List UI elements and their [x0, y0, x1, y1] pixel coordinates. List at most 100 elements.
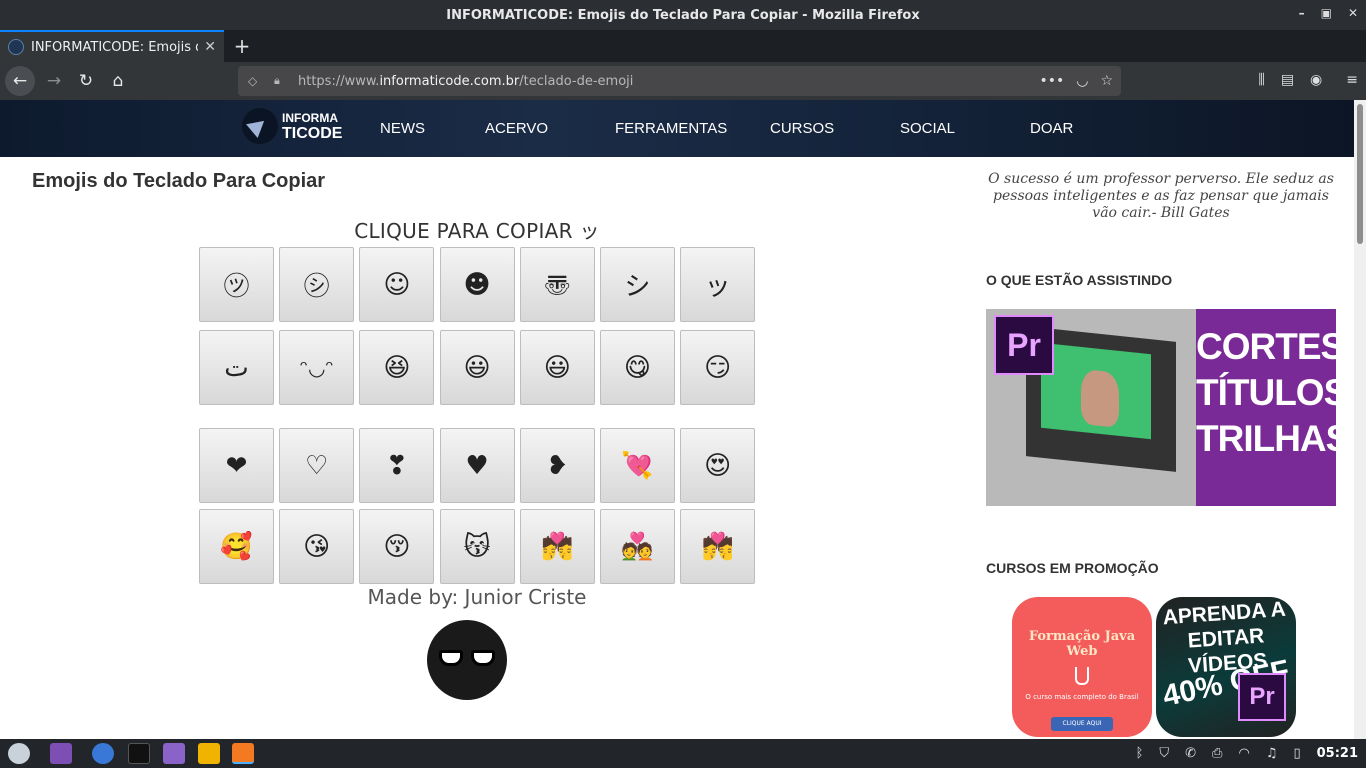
page-title: Emojis do Teclado Para Copiar	[32, 170, 326, 192]
site-header: INFORMA TICODE NEWS ACERVO FERRAMENTAS C…	[0, 100, 1354, 157]
emoji-button[interactable]: 💑	[599, 509, 675, 584]
java-course-card[interactable]: Formação Java Web O curso mais completo …	[1012, 597, 1152, 737]
emoji-button[interactable]: ッ	[680, 247, 756, 322]
file-manager-icon[interactable]	[163, 743, 185, 764]
emoji-button[interactable]: 😍	[680, 428, 756, 503]
battery-icon[interactable]: ▯	[1293, 746, 1300, 761]
system-tray: ᛒ ⛉ ✆ ⎙ ◠ ♫ ▯ 05:21	[1136, 739, 1366, 768]
emoji-button[interactable]: 😋	[599, 330, 675, 405]
logo-text-bottom: TICODE	[282, 125, 343, 142]
emoji-button[interactable]: ت	[199, 330, 274, 405]
window-title-bar: INFORMATICODE: Emojis do Teclado Para Co…	[0, 0, 1366, 30]
emoji-button[interactable]: 😆	[359, 330, 435, 405]
emoji-button[interactable]: ♡	[279, 428, 355, 503]
tracking-shield-icon[interactable]: ◇	[248, 74, 257, 88]
maximize-button[interactable]: ▣	[1321, 6, 1332, 20]
emoji-button[interactable]: ㋡	[199, 247, 274, 322]
emoji-button[interactable]: ㋛	[279, 247, 355, 322]
home-button[interactable]: ⌂	[104, 67, 132, 95]
url-bar-actions: ••• ◡ ☆	[1039, 73, 1113, 89]
terminal-icon[interactable]	[128, 743, 150, 764]
tab-title: INFORMATICODE: Emojis do Teclado Para Co…	[31, 39, 198, 55]
url-bar[interactable]: ◇ 🔒︎ https://www.informaticode.com.br/te…	[238, 66, 1121, 96]
emoji-button[interactable]: 〠	[519, 247, 595, 322]
printer-icon[interactable]: ⎙	[1212, 746, 1222, 761]
scrollbar-thumb[interactable]	[1357, 104, 1363, 244]
premiere-icon: Pr	[1238, 673, 1286, 721]
forward-button[interactable]: →	[40, 67, 68, 95]
editor-screenshot-image: Pr	[986, 309, 1196, 506]
close-tab-icon[interactable]: ✕	[204, 39, 216, 55]
emoji-button[interactable]: ♥	[439, 428, 515, 503]
site-favicon-icon	[8, 39, 24, 55]
software-center-icon[interactable]	[198, 743, 220, 764]
emoji-button[interactable]: ᵔ◡ᵔ	[279, 330, 355, 405]
made-by-credit: Made by: Junior Criste	[367, 585, 587, 609]
whatsapp-icon[interactable]: ✆	[1185, 746, 1196, 761]
sidebar-icon[interactable]: ▤	[1281, 72, 1294, 88]
security-shield-icon[interactable]: ⛉	[1159, 746, 1169, 761]
emoji-button[interactable]: 💏	[680, 509, 756, 584]
pocket-icon[interactable]: ◡	[1076, 73, 1088, 89]
promo-headline: CORTES TÍTULOS TRILHAS	[1196, 309, 1336, 506]
emoji-row-1: ㋡ ㋛ ☺ ☻ 〠 シ ッ	[199, 247, 756, 322]
emoji-button[interactable]: 💏	[519, 509, 595, 584]
library-icon[interactable]: ⫼	[1258, 72, 1264, 88]
emoji-button[interactable]: ❣	[359, 428, 435, 503]
nav-social[interactable]: SOCIAL	[900, 100, 955, 157]
emoji-button[interactable]: ☺	[359, 247, 435, 322]
toolbar-right-icons: ⫼ ▤ ◉ ≡	[1258, 72, 1358, 88]
premiere-icon: Pr	[994, 315, 1054, 375]
clock[interactable]: 05:21	[1317, 746, 1358, 761]
browser-tab[interactable]: INFORMATICODE: Emojis do Teclado Para Co…	[0, 30, 224, 62]
window-title: INFORMATICODE: Emojis do Teclado Para Co…	[446, 7, 920, 23]
music-icon[interactable]: ♫	[1266, 746, 1278, 761]
page-scrollbar[interactable]	[1354, 100, 1366, 739]
minimize-button[interactable]: –	[1299, 6, 1305, 20]
nav-ferramentas[interactable]: FERRAMENTAS	[615, 100, 727, 157]
emoji-button[interactable]: 😃	[439, 330, 515, 405]
emoji-button[interactable]: 😃	[519, 330, 595, 405]
back-button[interactable]: ←	[5, 66, 35, 96]
emoji-button[interactable]: ❥	[519, 428, 595, 503]
bluetooth-icon[interactable]: ᛒ	[1136, 746, 1144, 761]
nav-news[interactable]: NEWS	[380, 100, 425, 157]
workspace-icon[interactable]	[50, 743, 72, 764]
java-course-button[interactable]: CLIQUE AQUI	[1051, 717, 1113, 731]
video-course-card[interactable]: APRENDA A EDITAR VÍDEOS 40% OFF Pr	[1156, 597, 1296, 737]
emoji-button[interactable]: 😚	[359, 509, 435, 584]
bookmark-star-icon[interactable]: ☆	[1100, 73, 1113, 89]
logo-text-top: INFORMA	[282, 111, 338, 125]
account-icon[interactable]: ◉	[1310, 72, 1322, 88]
java-cup-icon	[1075, 667, 1089, 685]
site-logo[interactable]: INFORMA TICODE	[242, 108, 342, 144]
emoji-button[interactable]: 💘	[599, 428, 675, 503]
url-text[interactable]: https://www.informaticode.com.br/teclado…	[298, 74, 633, 89]
emoji-button[interactable]: 😽	[439, 509, 515, 584]
nav-doar[interactable]: DOAR	[1030, 100, 1073, 157]
nav-acervo[interactable]: ACERVO	[485, 100, 548, 157]
emoji-button[interactable]: 😘	[279, 509, 355, 584]
watching-promo-banner[interactable]: Pr CORTES TÍTULOS TRILHAS	[986, 309, 1336, 506]
emoji-button[interactable]: 🥰	[199, 509, 274, 584]
sidebar-quote: O sucesso é um professor perverso. Ele s…	[988, 171, 1334, 221]
emoji-button[interactable]: シ	[599, 247, 675, 322]
wifi-icon[interactable]: ◠	[1238, 746, 1249, 761]
reload-button[interactable]: ↻	[72, 67, 100, 95]
chromium-icon[interactable]	[92, 743, 114, 764]
close-window-button[interactable]: ✕	[1348, 6, 1358, 20]
logo-rocket-icon	[242, 108, 278, 144]
emoji-row-4: 🥰 😘 😚 😽 💏 💑 💏	[199, 509, 756, 584]
menu-icon[interactable]: ≡	[1346, 72, 1358, 88]
page-actions-icon[interactable]: •••	[1039, 73, 1064, 89]
firefox-icon[interactable]	[232, 743, 254, 764]
emoji-button[interactable]: 😏	[680, 330, 756, 405]
new-tab-button[interactable]: +	[230, 34, 254, 58]
nav-cursos[interactable]: CURSOS	[770, 100, 834, 157]
start-menu-icon[interactable]	[8, 743, 30, 764]
java-course-subtitle: O curso mais completo do Brasil	[1025, 693, 1139, 701]
github-octocat-icon[interactable]	[427, 620, 507, 700]
emoji-button[interactable]: ❤	[199, 428, 274, 503]
emoji-button[interactable]: ☻	[439, 247, 515, 322]
lock-icon[interactable]: 🔒︎	[274, 74, 280, 88]
